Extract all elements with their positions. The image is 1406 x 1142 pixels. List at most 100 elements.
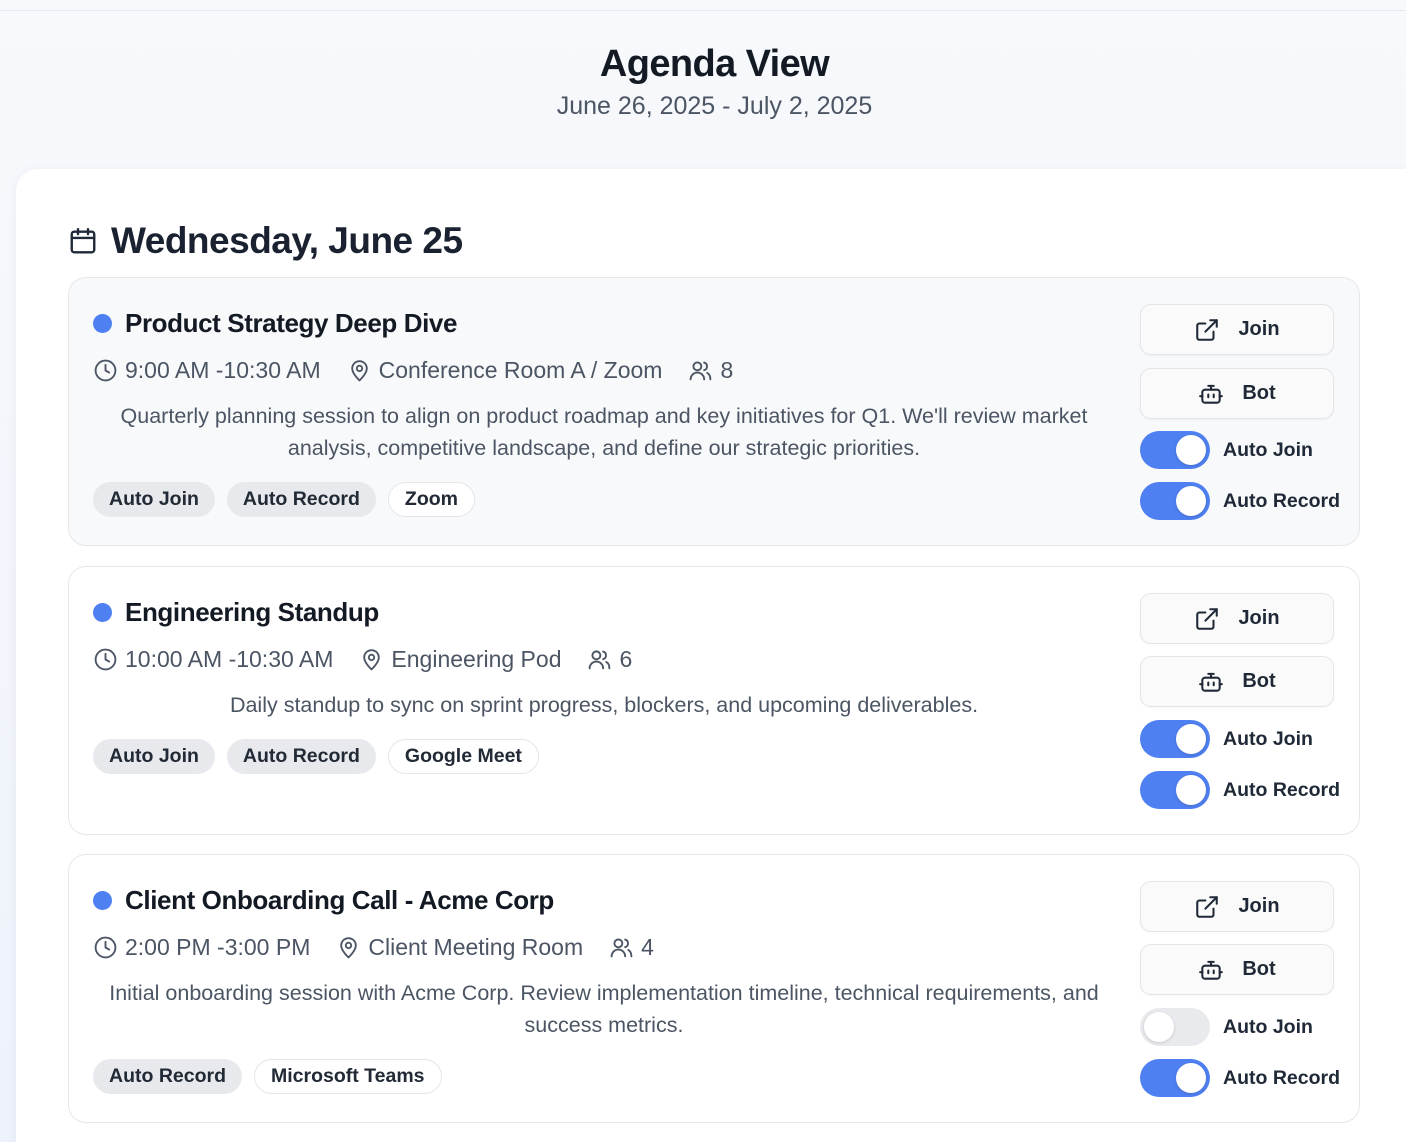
bot-button-label: Bot	[1242, 670, 1276, 692]
page-title: Agenda View	[599, 43, 830, 85]
auto-record-label: Auto Record	[1223, 489, 1340, 512]
join-button-label: Join	[1238, 895, 1280, 917]
auto-record-row: Auto Record	[1140, 1059, 1340, 1097]
event-meta: 2:00 PM -3:00 PM Client Meeting Room 4	[93, 934, 680, 961]
event-status-dot	[93, 891, 112, 910]
event-card[interactable]: Engineering Standup 10:00 AM -10:30 AM E…	[68, 566, 1360, 835]
auto-join-row: Auto Join	[1140, 431, 1313, 469]
calendar-icon	[68, 226, 98, 256]
event-card[interactable]: Client Onboarding Call - Acme Corp 2:00 …	[68, 854, 1360, 1123]
event-description: Initial onboarding session with Acme Cor…	[109, 981, 1099, 1037]
tag-auto-join: Auto Join	[93, 739, 215, 774]
bot-button-label: Bot	[1242, 958, 1276, 980]
auto-join-toggle[interactable]	[1140, 1008, 1210, 1046]
event-time-text: 10:00 AM -10:30 AM	[125, 646, 334, 672]
event-status-dot	[93, 314, 112, 333]
tag-auto-join: Auto Join	[93, 482, 215, 517]
bot-button[interactable]: Bot	[1140, 944, 1334, 995]
auto-join-label: Auto Join	[1223, 438, 1313, 461]
external-link-icon	[1196, 318, 1219, 341]
tag-auto-record: Auto Record	[93, 1059, 242, 1094]
event-card[interactable]: Product Strategy Deep Dive 9:00 AM -10:3…	[68, 277, 1360, 546]
event-title: Client Onboarding Call - Acme Corp	[125, 885, 554, 915]
auto-record-toggle[interactable]	[1140, 482, 1210, 520]
external-link-icon	[1196, 895, 1219, 918]
event-location: Client Meeting Room	[336, 934, 583, 961]
map-pin-icon	[350, 360, 368, 382]
event-title-row: Product Strategy Deep Dive	[93, 308, 457, 339]
event-attendees-count: 6	[619, 646, 633, 672]
tag-platform: Zoom	[387, 482, 475, 517]
users-icon	[610, 938, 633, 958]
join-button[interactable]: Join	[1140, 304, 1334, 355]
page-header: Agenda View June 26, 2025 - July 2, 2025	[0, 40, 1406, 124]
toggle-knob	[1176, 724, 1206, 754]
auto-join-label: Auto Join	[1223, 727, 1313, 750]
event-location: Conference Room A / Zoom	[347, 357, 663, 384]
event-time-text: 9:00 AM -10:30 AM	[125, 357, 321, 383]
event-attendees-count: 8	[720, 357, 734, 383]
toggle-knob	[1176, 1063, 1206, 1093]
day-header: Wednesday, June 25	[68, 219, 463, 263]
event-title: Engineering Standup	[125, 597, 379, 627]
clock-icon	[94, 936, 117, 959]
event-status-dot	[93, 603, 112, 622]
bot-button[interactable]: Bot	[1140, 656, 1334, 707]
users-icon	[589, 650, 611, 670]
event-description: Daily standup to sync on sprint progress…	[229, 693, 979, 717]
join-button[interactable]: Join	[1140, 593, 1334, 644]
bot-icon	[1199, 672, 1224, 692]
map-pin-icon	[363, 649, 381, 671]
agenda-panel: Wednesday, June 25 Product Strategy Deep…	[16, 169, 1406, 1142]
auto-record-toggle[interactable]	[1140, 771, 1210, 809]
auto-join-toggle[interactable]	[1140, 720, 1210, 758]
auto-record-row: Auto Record	[1140, 482, 1340, 520]
event-tags: Auto Join Auto Record Zoom	[93, 482, 487, 517]
auto-record-toggle[interactable]	[1140, 1059, 1210, 1097]
event-location-text: Engineering Pod	[391, 646, 562, 672]
clock-icon	[94, 359, 117, 382]
bot-button[interactable]: Bot	[1140, 368, 1334, 419]
tag-platform: Google Meet	[387, 739, 539, 774]
users-icon	[690, 361, 712, 381]
bot-icon	[1199, 960, 1224, 980]
event-location-text: Conference Room A / Zoom	[378, 357, 663, 383]
tag-auto-record: Auto Record	[226, 482, 376, 517]
bot-button-label: Bot	[1242, 382, 1276, 404]
event-title-row: Client Onboarding Call - Acme Corp	[93, 885, 554, 916]
external-link-icon	[1196, 607, 1219, 630]
auto-join-toggle[interactable]	[1140, 431, 1210, 469]
day-title: Wednesday, June 25	[111, 220, 463, 261]
join-button[interactable]: Join	[1140, 881, 1334, 932]
auto-record-row: Auto Record	[1140, 771, 1340, 809]
top-divider	[0, 10, 1406, 11]
event-description: Quarterly planning session to align on p…	[120, 404, 1088, 460]
tag-auto-record: Auto Record	[226, 739, 376, 774]
join-button-label: Join	[1238, 318, 1280, 340]
event-time: 10:00 AM -10:30 AM	[93, 646, 333, 673]
event-time: 9:00 AM -10:30 AM	[93, 357, 321, 384]
toggle-knob	[1176, 775, 1206, 805]
join-button-label: Join	[1238, 607, 1280, 629]
event-time: 2:00 PM -3:00 PM	[93, 934, 310, 961]
event-meta: 9:00 AM -10:30 AM Conference Room A / Zo…	[93, 357, 759, 384]
event-location-text: Client Meeting Room	[368, 934, 584, 960]
auto-join-row: Auto Join	[1140, 1008, 1313, 1046]
event-attendees: 6	[587, 646, 632, 673]
date-range: June 26, 2025 - July 2, 2025	[556, 92, 873, 120]
event-attendees-count: 4	[641, 934, 654, 960]
event-attendees: 8	[688, 357, 733, 384]
event-attendees: 4	[609, 934, 654, 961]
toggle-knob	[1144, 1012, 1174, 1042]
toggle-knob	[1176, 435, 1206, 465]
clock-icon	[94, 648, 117, 671]
tag-platform: Microsoft Teams	[254, 1059, 442, 1094]
bot-icon	[1199, 384, 1224, 404]
event-time-text: 2:00 PM -3:00 PM	[125, 934, 311, 960]
auto-join-row: Auto Join	[1140, 720, 1313, 758]
toggle-knob	[1176, 486, 1206, 516]
event-location: Engineering Pod	[359, 646, 561, 673]
event-tags: Auto Join Auto Record Google Meet	[93, 739, 551, 774]
event-title: Product Strategy Deep Dive	[125, 308, 458, 338]
event-title-row: Engineering Standup	[93, 597, 379, 628]
